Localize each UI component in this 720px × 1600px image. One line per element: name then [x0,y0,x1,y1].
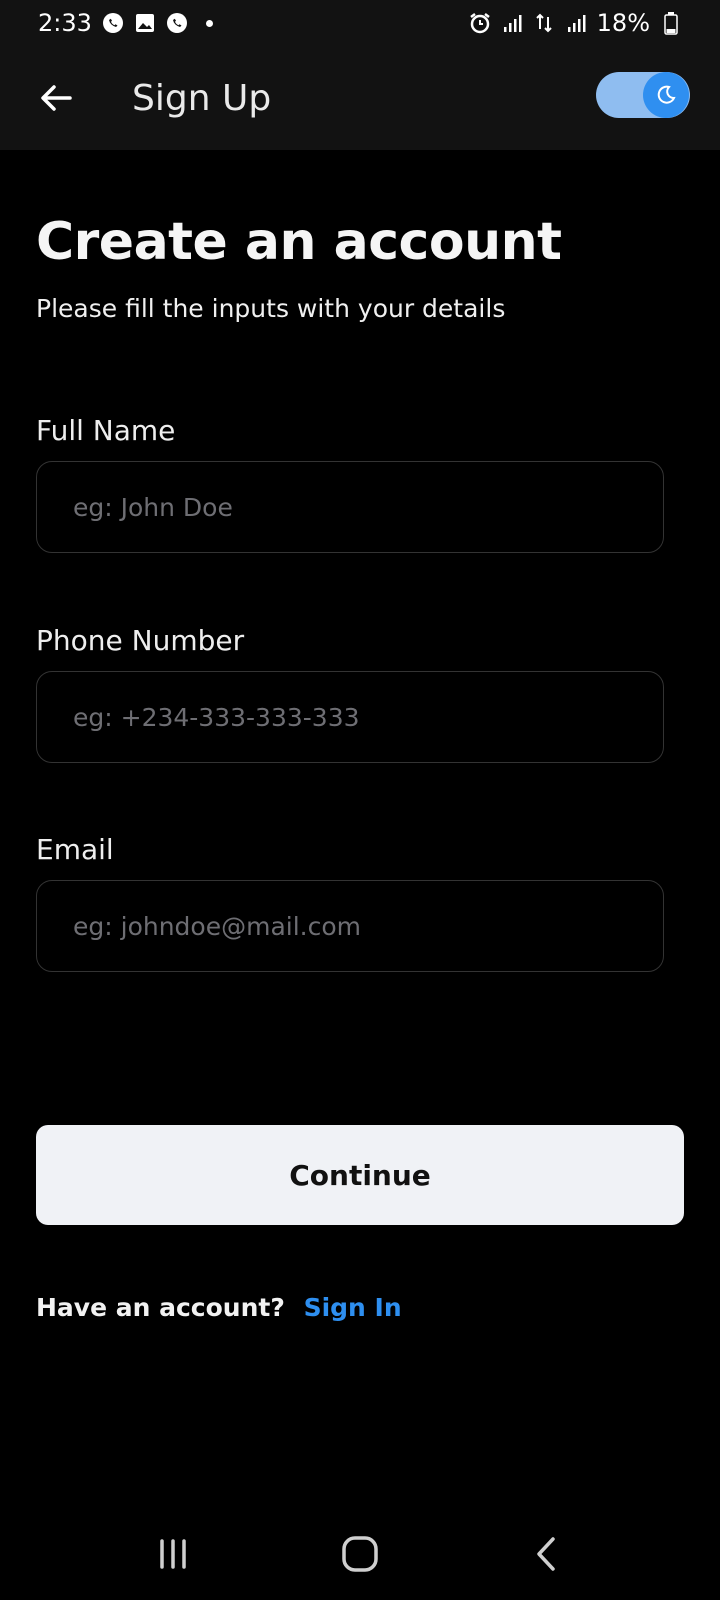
recent-apps-icon [160,1539,187,1569]
continue-button[interactable]: Continue [36,1125,684,1225]
system-nav-bar [0,1508,720,1600]
email-field[interactable] [36,880,664,972]
page-title: Sign Up [132,77,272,119]
full-name-field[interactable] [36,461,664,553]
sign-in-link[interactable]: Sign In [304,1293,402,1322]
arrow-left-icon [41,85,72,111]
recent-apps-button[interactable] [143,1524,203,1584]
phone-number-group: Phone Number [36,624,664,763]
app-bar: Sign Up [0,46,720,150]
back-button[interactable] [36,78,76,118]
data-transfer-icon [533,12,555,34]
battery-percent: 18% [596,9,650,37]
status-bar-left: 2:33 [38,9,213,37]
email-input[interactable] [71,910,663,942]
signup-form: Create an account Please fill the inputs… [36,150,684,972]
email-label: Email [36,833,114,866]
status-time: 2:33 [38,9,92,37]
status-bar-right: 18% [469,9,682,37]
signal-icon [565,12,587,34]
form-heading: Create an account [36,212,562,272]
signin-prompt: Have an account? Sign In [36,1293,402,1322]
full-name-group: Full Name [36,414,664,553]
back-icon [536,1537,555,1571]
phone-number-input[interactable] [71,701,663,733]
nav-back-button[interactable] [517,1524,577,1584]
whatsapp-icon [166,12,188,34]
home-icon [342,1536,378,1572]
signal-icon [501,12,523,34]
whatsapp-icon [102,12,124,34]
phone-number-label: Phone Number [36,624,245,657]
full-name-label: Full Name [36,414,176,447]
have-account-text: Have an account? [36,1293,285,1322]
battery-icon [660,12,682,35]
notification-dot [205,19,213,27]
moon-icon [657,85,676,104]
email-group: Email [36,833,664,972]
form-subheading: Please fill the inputs with your details [36,294,506,323]
phone-number-field[interactable] [36,671,664,763]
alarm-icon [469,12,491,34]
toggle-knob [643,72,689,118]
status-bar: 2:33 18% [0,0,720,46]
home-button[interactable] [330,1524,390,1584]
full-name-input[interactable] [71,491,663,523]
gallery-icon [134,12,156,34]
theme-toggle[interactable] [596,72,690,118]
